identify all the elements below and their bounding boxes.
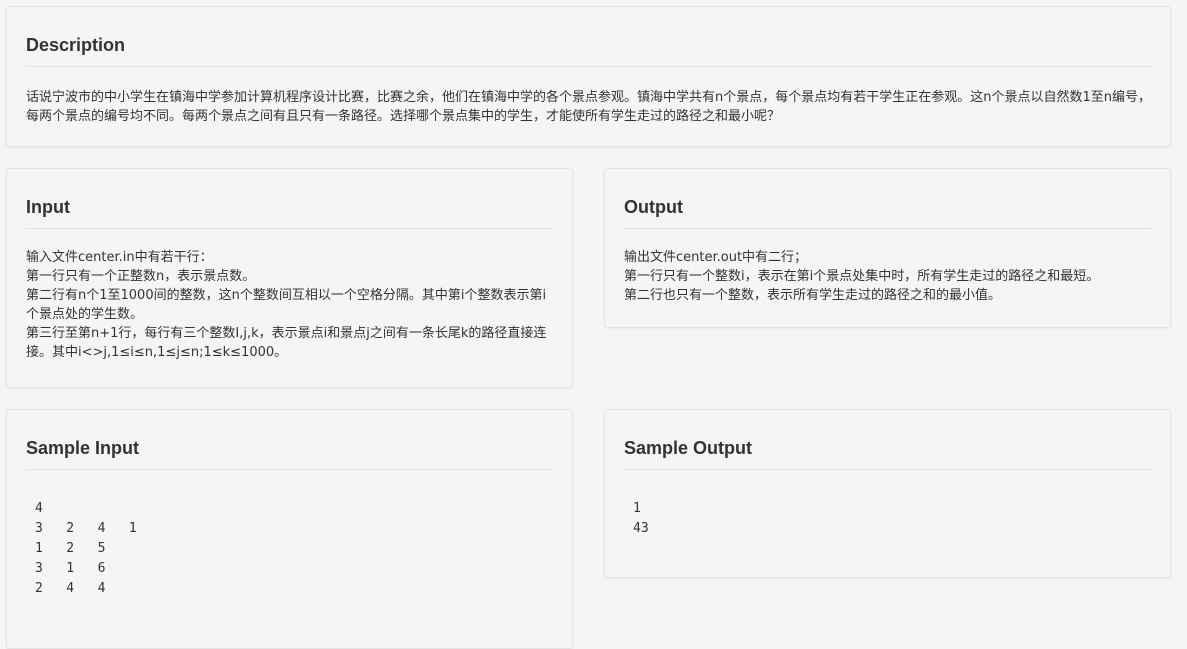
description-divider [26, 66, 1151, 67]
output-line: 输出文件center.out中有二行； [624, 250, 808, 265]
sample-output-panel: Sample Output 1 43 [604, 409, 1171, 578]
output-title: Output [624, 197, 683, 217]
output-line: 第二行也只有一个整数，表示所有学生走过的路径之和的最小值。 [624, 288, 1002, 303]
output-divider [624, 228, 1151, 229]
description-title: Description [26, 35, 126, 55]
output-text: 输出文件center.out中有二行； 第一行只有一个整数i，表示在第i个景点处… [624, 248, 1151, 305]
input-panel: Input 输入文件center.in中有若干行： 第一行只有一个正整数n，表示… [6, 168, 573, 388]
input-line: 第一行只有一个正整数n，表示景点数。 [26, 269, 256, 284]
sample-input-code: 4 3 2 4 1 1 2 5 3 1 6 2 4 4 [35, 501, 137, 596]
description-panel: Description 话说宁波市的中小学生在镇海中学参加计算机程序设计比赛，比… [6, 6, 1171, 147]
input-line: 第三行至第n+1行，每行有三个整数I,j,k，表示景点i和景点j之间有一条长尾k… [26, 326, 547, 360]
output-panel: Output 输出文件center.out中有二行； 第一行只有一个整数i，表示… [604, 168, 1171, 328]
input-line: 第二行有n个1至1000间的整数，这n个整数间互相以一个空格分隔。其中第i个整数… [26, 288, 547, 322]
input-divider [26, 228, 553, 229]
input-text: 输入文件center.in中有若干行： 第一行只有一个正整数n，表示景点数。 第… [26, 248, 553, 362]
sample-input-panel: Sample Input 4 3 2 4 1 1 2 5 3 1 6 2 4 4 [6, 409, 573, 649]
sample-output-divider [624, 469, 1151, 470]
sample-input-divider [26, 469, 553, 470]
sample-input-title: Sample Input [26, 438, 140, 458]
description-text: 话说宁波市的中小学生在镇海中学参加计算机程序设计比赛，比赛之余，他们在镇海中学的… [26, 90, 1151, 124]
input-line: 输入文件center.in中有若干行： [26, 250, 213, 265]
sample-output-code: 1 43 [633, 501, 649, 536]
input-title: Input [26, 197, 70, 217]
output-line: 第一行只有一个整数i，表示在第i个景点处集中时，所有学生走过的路径之和最短。 [624, 269, 1100, 284]
sample-output-title: Sample Output [624, 438, 753, 458]
